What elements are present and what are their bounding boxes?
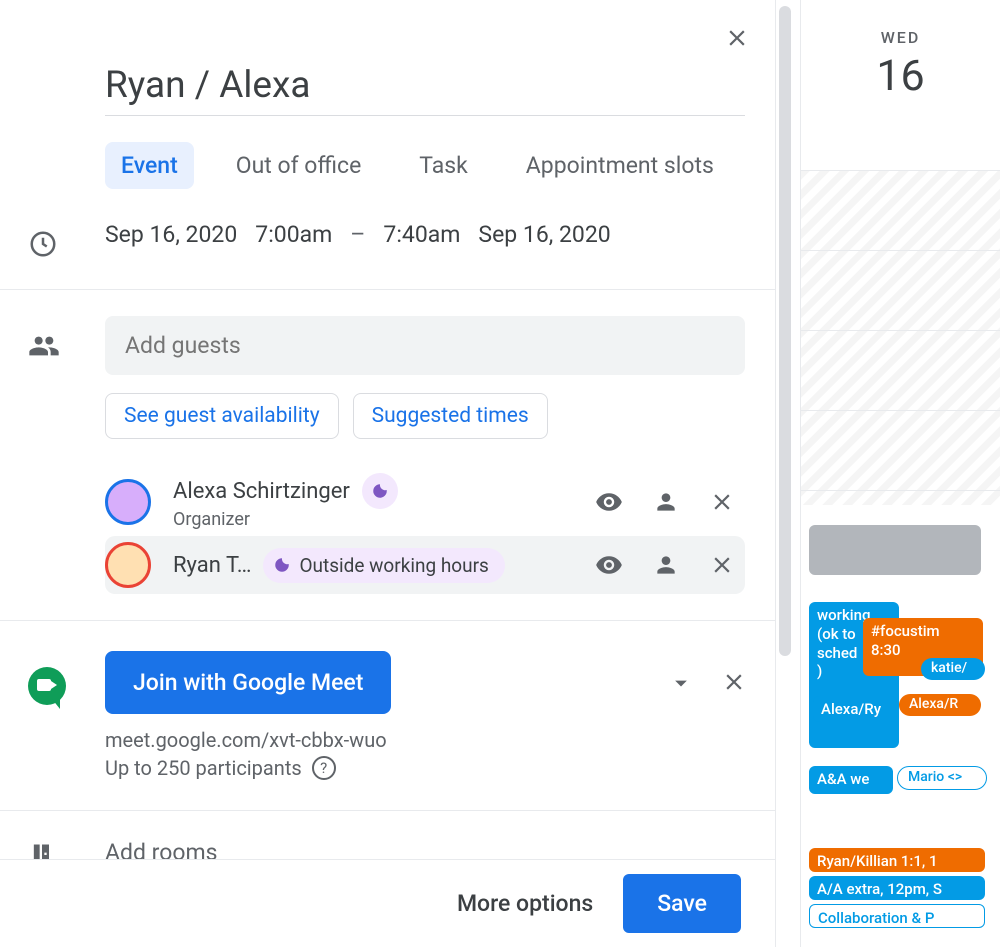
rooms-section: Add rooms	[0, 811, 775, 859]
event-type-tabs: Event Out of office Task Appointment slo…	[105, 142, 775, 189]
event-quick-create-dialog: Event Out of office Task Appointment slo…	[0, 0, 776, 947]
moon-icon	[273, 556, 291, 574]
avatar	[105, 542, 151, 588]
status-text: Outside working hours	[299, 554, 488, 577]
calendar-event[interactable]: Alexa/R	[899, 694, 981, 716]
guest-name: Ryan T…	[173, 553, 251, 578]
remove-guest-button[interactable]	[705, 485, 739, 519]
person-icon	[653, 552, 679, 578]
add-guests-input[interactable]	[105, 316, 745, 375]
time-dash: –	[350, 221, 365, 248]
save-button[interactable]: Save	[623, 874, 741, 933]
add-rooms-input[interactable]: Add rooms	[105, 839, 747, 859]
guest-row: Ryan T… Outside working hours	[105, 536, 745, 594]
calendar-event[interactable]: Collaboration & P	[809, 904, 985, 928]
end-date[interactable]: Sep 16, 2020	[478, 221, 610, 248]
calendar-event[interactable]: A&A we	[809, 766, 893, 794]
guests-section: See guest availability Suggested times A…	[0, 290, 775, 620]
event-title-input[interactable]	[105, 60, 745, 116]
join-meet-button[interactable]: Join with Google Meet	[105, 651, 391, 714]
hangouts-icon	[28, 667, 66, 705]
calendar-day-column: WED 16 working (ok to sched ) #focustim …	[800, 0, 1000, 947]
meet-link-text: meet.google.com/xvt-cbbx-wuo	[105, 728, 747, 752]
x-icon	[721, 669, 747, 695]
day-name: WED	[801, 28, 1000, 47]
help-icon[interactable]: ?	[312, 756, 336, 780]
guest-permissions-button[interactable]	[649, 485, 683, 519]
room-icon	[28, 841, 56, 859]
start-time[interactable]: 7:00am	[255, 221, 332, 248]
calendar-event[interactable]: Mario <>	[897, 766, 987, 790]
time-row: Sep 16, 2020 7:00am – 7:40am Sep 16, 202…	[0, 217, 775, 259]
close-button[interactable]	[719, 20, 755, 56]
remove-guest-button[interactable]	[705, 548, 739, 582]
eye-icon	[595, 488, 623, 516]
dialog-footer: More options Save	[0, 859, 775, 947]
x-icon	[709, 552, 735, 578]
non-working-hours	[801, 170, 1000, 505]
more-options-button[interactable]: More options	[457, 890, 593, 917]
working-hours-chip: Outside working hours	[263, 548, 504, 583]
event-placeholder[interactable]	[809, 525, 981, 575]
avatar	[105, 479, 151, 525]
tab-out-of-office[interactable]: Out of office	[220, 142, 378, 189]
guest-permissions-button[interactable]	[649, 548, 683, 582]
clock-icon	[28, 229, 58, 259]
chevron-down-icon	[667, 669, 695, 697]
google-meet-section: Join with Google Meet meet.google.com/xv…	[0, 621, 775, 810]
meet-options-button[interactable]	[667, 669, 695, 697]
see-availability-button[interactable]: See guest availability	[105, 393, 339, 439]
people-icon	[28, 330, 60, 362]
scrollbar[interactable]	[779, 6, 791, 656]
mark-optional-button[interactable]	[591, 484, 627, 520]
calendar-event[interactable]: A/A extra, 12pm, S	[809, 876, 985, 900]
day-number: 16	[801, 51, 1000, 101]
guest-row: Alexa Schirtzinger Organizer	[105, 467, 745, 536]
tab-task[interactable]: Task	[403, 142, 484, 189]
x-icon	[709, 489, 735, 515]
end-time[interactable]: 7:40am	[383, 221, 460, 248]
mark-optional-button[interactable]	[591, 547, 627, 583]
meet-capacity-text: Up to 250 participants	[105, 756, 302, 780]
day-header[interactable]: WED 16	[801, 0, 1000, 101]
person-icon	[653, 489, 679, 515]
calendar-event[interactable]: katie/	[921, 658, 985, 680]
close-icon	[724, 25, 750, 51]
calendar-event[interactable]: Ryan/Killian 1:1, 1	[809, 848, 985, 872]
day-grid[interactable]: working (ok to sched ) #focustim 8:30 ka…	[801, 170, 1000, 947]
start-date[interactable]: Sep 16, 2020	[105, 221, 237, 248]
calendar-event[interactable]: Alexa/Ry	[813, 696, 897, 722]
guest-role: Organizer	[173, 509, 579, 530]
eye-icon	[595, 551, 623, 579]
suggested-times-button[interactable]: Suggested times	[353, 393, 548, 439]
remove-meet-button[interactable]	[721, 669, 747, 697]
guest-name: Alexa Schirtzinger	[173, 479, 350, 504]
tab-event[interactable]: Event	[105, 142, 194, 189]
moon-icon	[362, 473, 398, 509]
guest-list: Alexa Schirtzinger Organizer	[105, 467, 745, 594]
tab-appointment-slots[interactable]: Appointment slots	[510, 142, 730, 189]
